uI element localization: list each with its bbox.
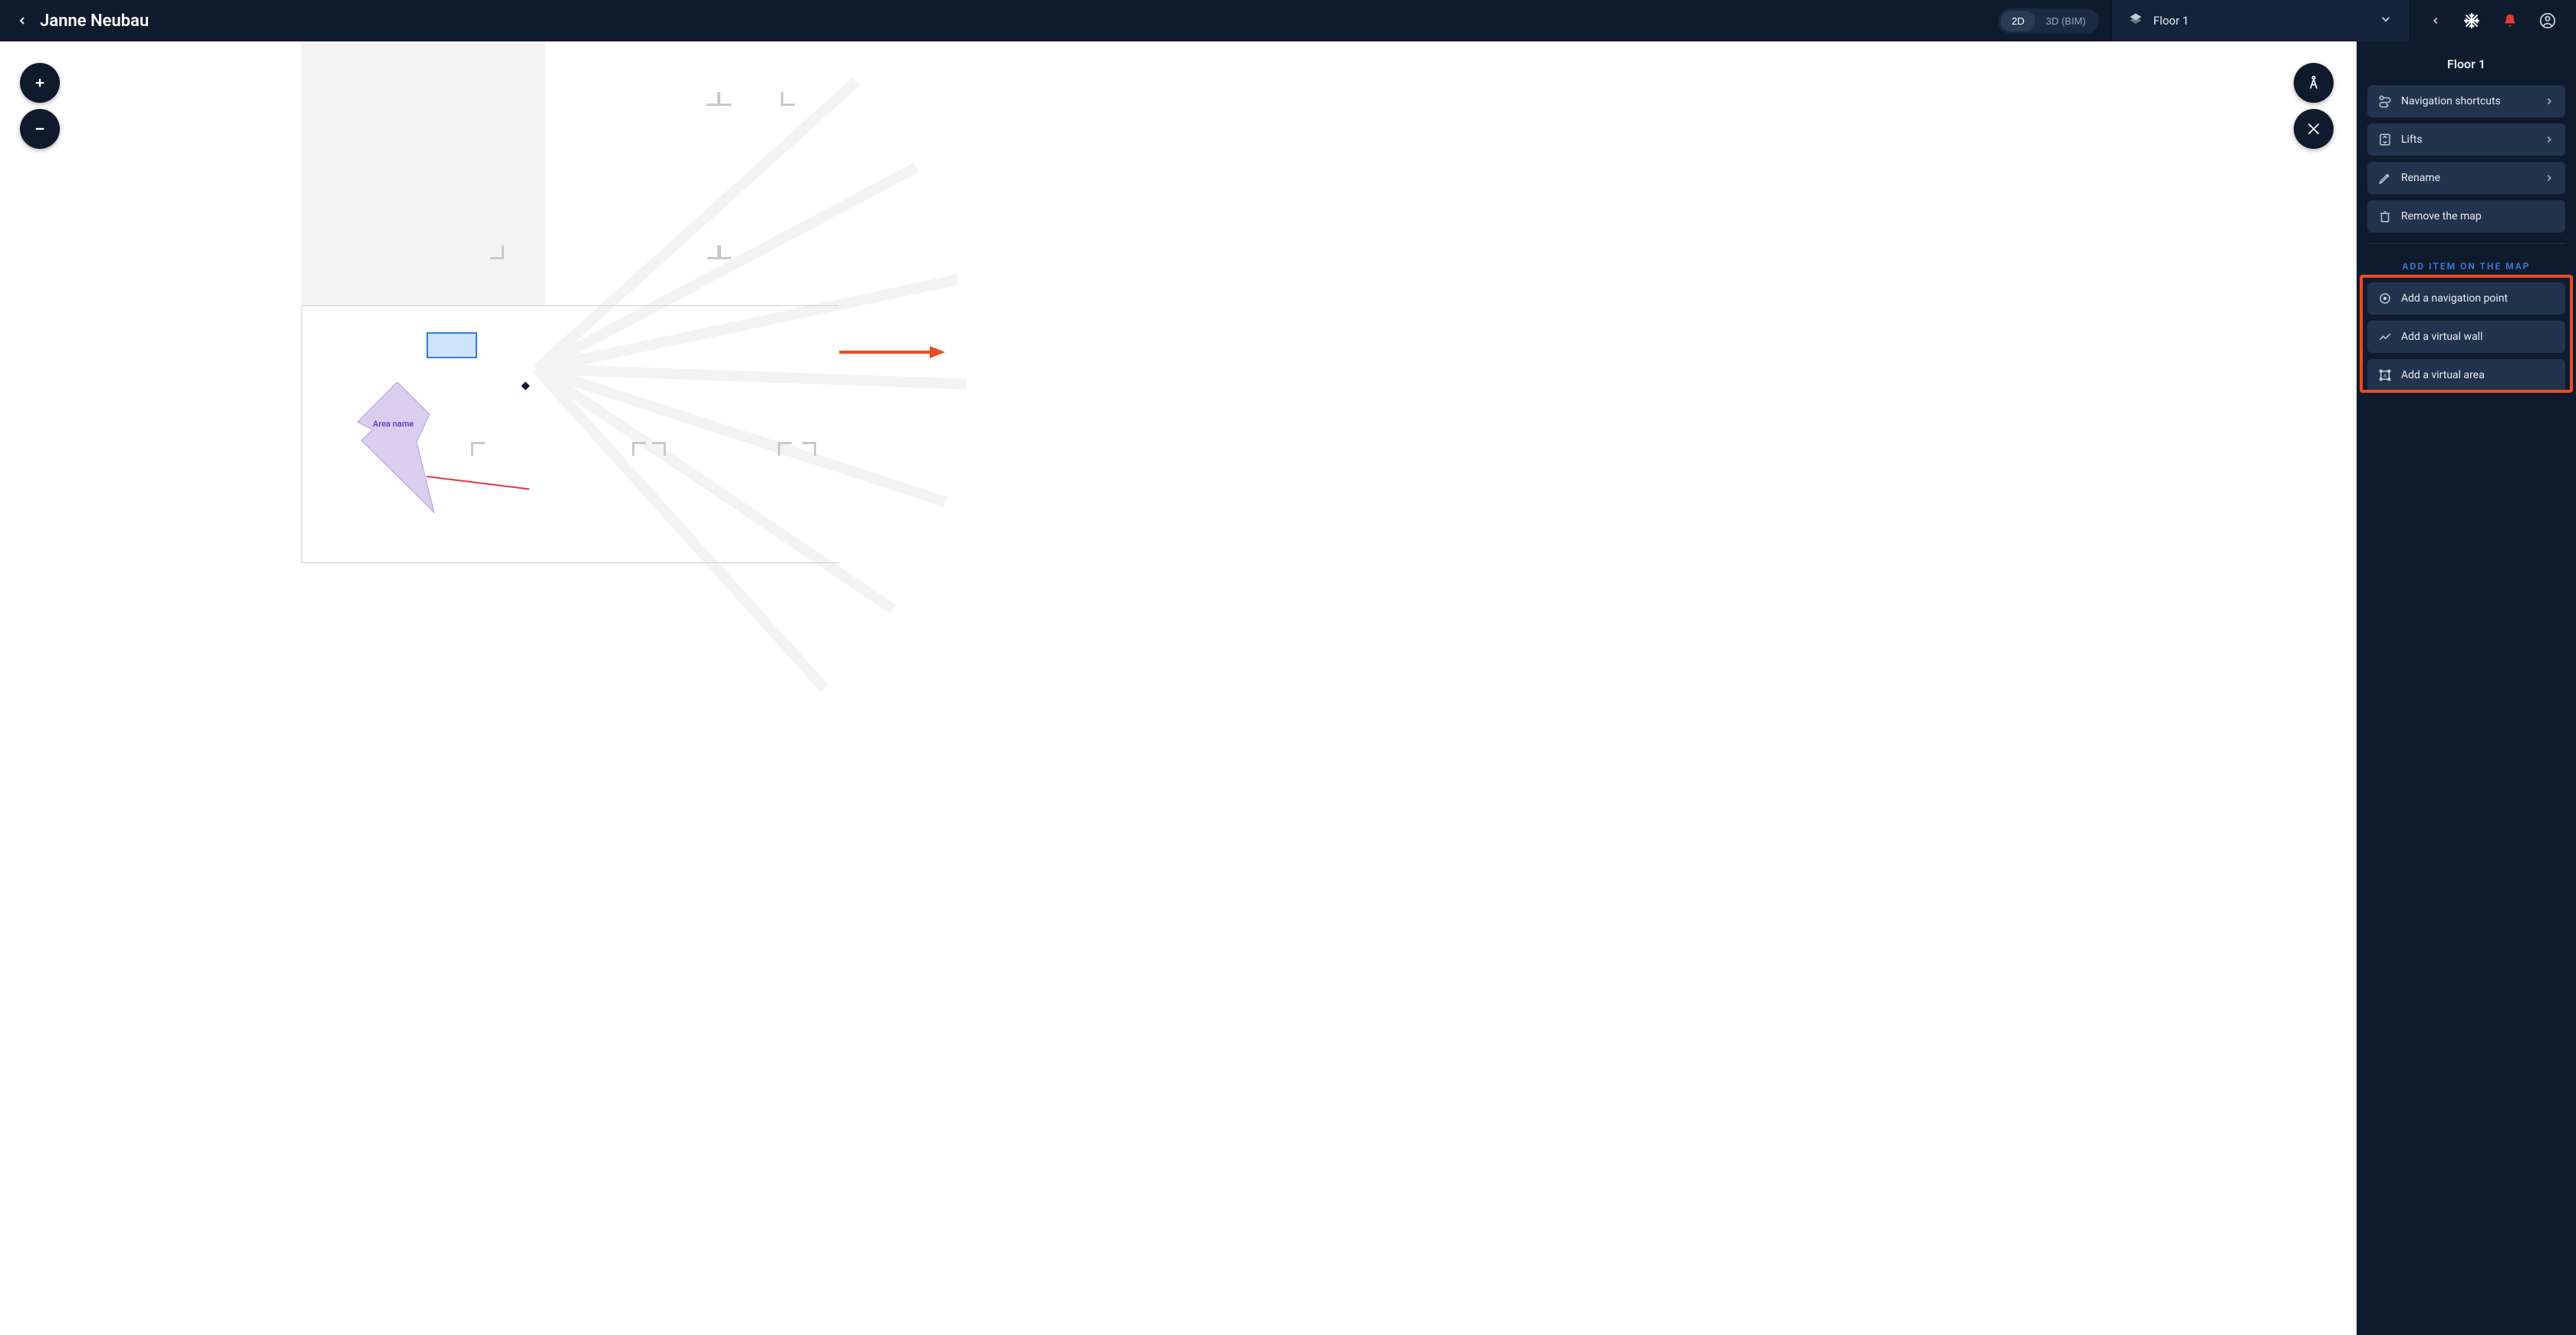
sidebar-item-label: Navigation shortcuts [2401,95,2535,107]
sidebar: Floor 1 Navigation shortcuts Lifts Renam… [2357,41,2576,1335]
floor-selector[interactable]: Floor 1 [2111,0,2410,41]
collapse-left-icon[interactable] [2430,15,2441,26]
sidebar-item-remove-map[interactable]: Remove the map [2367,200,2565,232]
chevron-right-icon [2544,134,2555,145]
sidebar-item-label: Lifts [2401,134,2535,146]
add-item-label: Add a virtual area [2401,369,2555,381]
chevron-down-icon[interactable] [2379,12,2393,29]
pencil-icon [2378,171,2392,185]
plan-corner [717,241,736,259]
view-3d-button[interactable]: 3D (BIM) [2035,11,2097,31]
sidebar-item-rename[interactable]: Rename [2367,162,2565,194]
target-icon [2378,292,2392,305]
zoom-out-button[interactable] [20,109,60,149]
virtual-area-rect[interactable] [427,332,477,358]
sidebar-title: Floor 1 [2367,57,2565,71]
layers-icon [2129,12,2143,29]
add-virtual-wall-button[interactable]: Add a virtual wall [2367,321,2565,353]
divider [2367,243,2565,244]
add-navigation-point-button[interactable]: Add a navigation point [2367,282,2565,315]
header-left: Janne Neubau [0,12,163,31]
view-2d-button[interactable]: 2D [2001,11,2035,31]
chevron-right-icon [2544,173,2555,183]
section-label: ADD ITEM ON THE MAP [2367,261,2565,272]
floor-label: Floor 1 [2153,14,2189,28]
header-right [2410,0,2576,41]
sidebar-item-label: Rename [2401,172,2535,184]
ruler-tool-button[interactable] [2294,109,2334,149]
sidebar-item-navigation-shortcuts[interactable]: Navigation shortcuts [2367,85,2565,117]
add-item-label: Add a navigation point [2401,292,2555,305]
area-label: Area name [373,419,413,429]
add-item-label: Add a virtual wall [2401,331,2555,343]
route-icon [2378,94,2392,108]
app-header: Janne Neubau 2D 3D (BIM) Floor 1 [0,0,2576,41]
plan-corner [486,241,504,259]
chevron-right-icon [2544,96,2555,107]
content: Area name [0,41,2576,1335]
sidebar-item-lifts[interactable]: Lifts [2367,124,2565,156]
area-icon: A [2378,368,2392,382]
user-icon[interactable] [2539,12,2556,29]
plan-corner [781,87,799,106]
page-title: Janne Neubau [40,12,149,31]
compass-tool-button[interactable] [2294,63,2334,103]
plan-block [301,41,545,305]
lift-icon [2378,133,2392,147]
annotation-arrow [839,344,947,360]
svg-text:A: A [2383,373,2387,378]
bell-icon[interactable] [2502,13,2518,28]
virtual-area-polygon[interactable] [357,382,465,520]
add-virtual-area-button[interactable]: A Add a virtual area [2367,359,2565,391]
map-canvas[interactable]: Area name [0,41,2357,1335]
zoom-in-button[interactable] [20,63,60,103]
plan-corner [717,87,736,106]
tool-controls [2294,63,2334,149]
zoom-controls [20,63,60,149]
origin-marker[interactable] [520,380,531,391]
back-button[interactable] [14,12,31,29]
view-mode-toggle: 2D 3D (BIM) [1998,8,2099,34]
snowflake-icon[interactable] [2462,12,2481,30]
sidebar-item-label: Remove the map [2401,210,2555,222]
zigzag-icon [2378,330,2392,344]
trash-icon [2378,209,2392,223]
